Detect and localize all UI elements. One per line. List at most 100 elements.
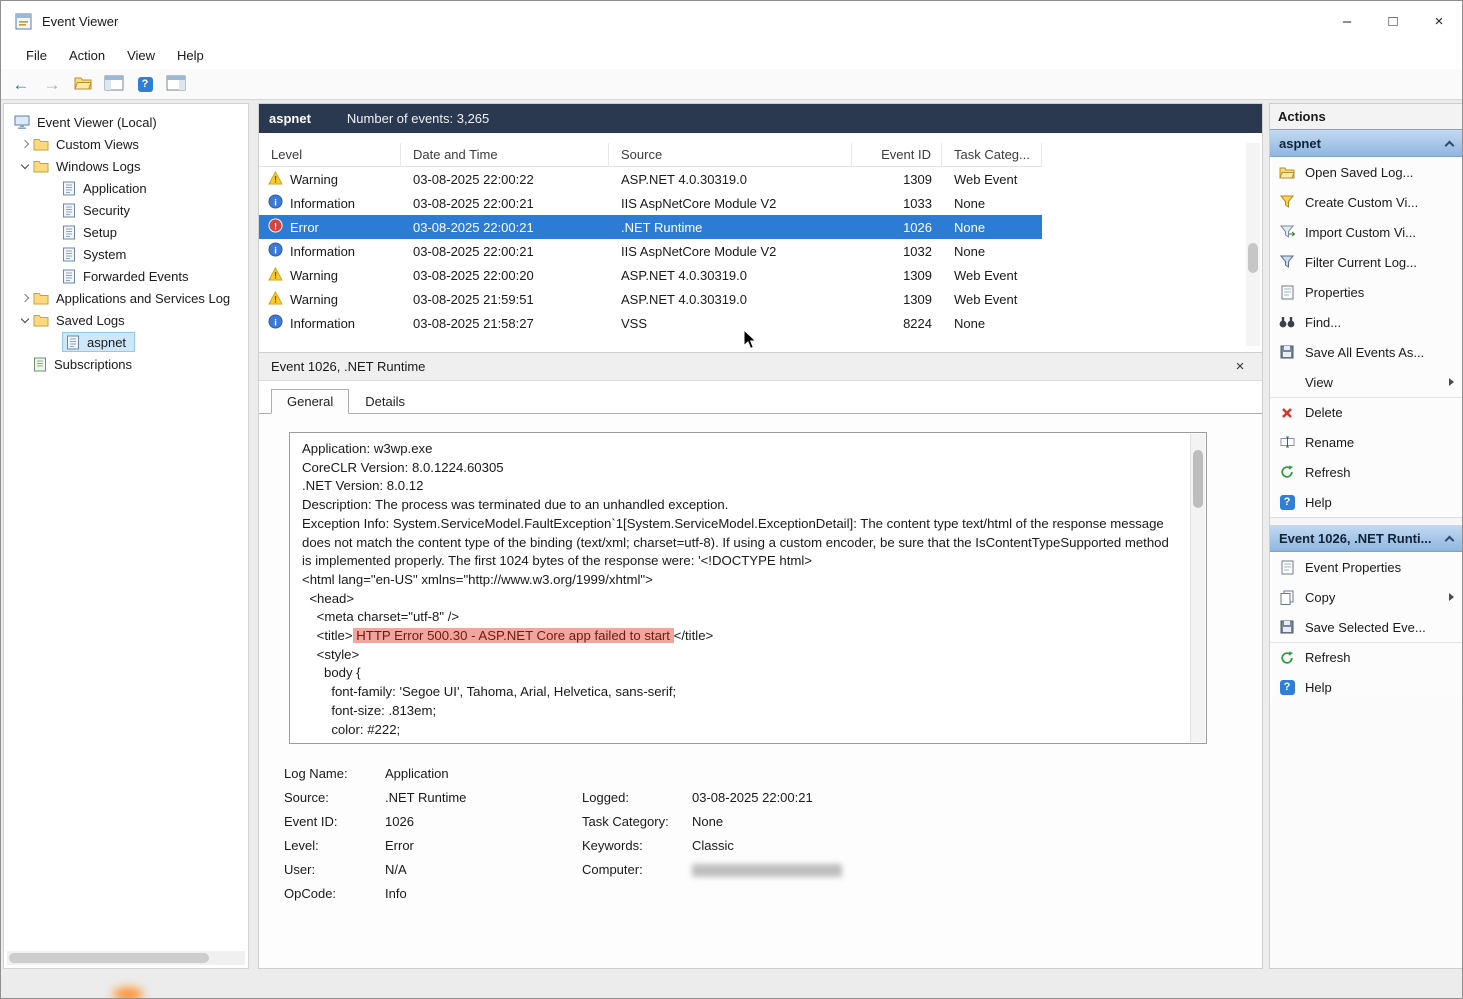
action-open-saved-log[interactable]: Open Saved Log... [1270,157,1462,187]
column-header-source[interactable]: Source [609,143,852,166]
tree-horizontal-scrollbar[interactable] [7,951,245,965]
action-properties[interactable]: Properties [1270,277,1462,307]
tree-item-security[interactable]: Security [4,199,248,221]
event-id-cell: 1309 [903,171,932,187]
event-row[interactable]: ! Warning 03-08-2025 22:00:20 ASP.NET 4.0… [259,263,1042,287]
tab-details[interactable]: Details [349,389,421,414]
column-header-event-id[interactable]: Event ID [852,143,942,166]
tree-item-aspnet[interactable]: aspnet [4,331,248,353]
column-header-date-time[interactable]: Date and Time [401,143,609,166]
tree-horizontal-scrollbar-thumb[interactable] [9,953,209,963]
event-row[interactable]: i Information 03-08-2025 22:00:21 IIS Asp… [259,191,1042,215]
action-refresh-event[interactable]: Refresh [1270,642,1462,672]
show-console-tree-button[interactable] [100,71,128,97]
event-id-cell: 1033 [903,195,932,211]
event-rows: ! Warning 03-08-2025 22:00:22 ASP.NET 4.0… [259,167,1262,335]
close-button[interactable]: × [1416,1,1462,41]
column-headers: Level Date and Time Source Event ID Task… [259,143,1042,167]
maximize-button[interactable]: □ [1370,1,1416,41]
tree-item-application[interactable]: Application [4,177,248,199]
menu-file[interactable]: File [15,44,58,67]
help-button[interactable]: ? [131,71,159,97]
tree-item-setup[interactable]: Setup [4,221,248,243]
computer-icon [14,115,30,130]
event-row[interactable]: i Information 03-08-2025 21:58:27 VSS 822… [259,311,1042,335]
menu-help[interactable]: Help [166,44,215,67]
minimize-button[interactable]: – [1324,1,1370,41]
action-import-custom-view[interactable]: Import Custom Vi... [1270,217,1462,247]
action-filter-current-log[interactable]: Filter Current Log... [1270,247,1462,277]
expand-chevron-icon[interactable] [16,293,33,303]
information-icon: i [268,314,283,332]
tree-item-saved-logs[interactable]: Saved Logs [4,309,248,331]
event-description-box[interactable]: Application: w3wp.exe CoreCLR Version: 8… [289,432,1207,744]
tree-label: Custom Views [56,136,139,152]
tree-item-forwarded-events[interactable]: Forwarded Events [4,265,248,287]
collapse-chevron-icon[interactable] [16,160,33,169]
tree-item-windows-logs[interactable]: Windows Logs [4,155,248,177]
field-value: Info [385,886,407,901]
find-binoculars-icon [1278,316,1296,328]
task-category-cell: None [954,219,986,235]
tree-item-custom-views[interactable]: Custom Views [4,133,248,155]
open-saved-log-button[interactable] [69,71,97,97]
menu-view[interactable]: View [116,44,166,67]
event-row[interactable]: i Information 03-08-2025 22:00:21 IIS Asp… [259,239,1042,263]
event-id-cell: 8224 [903,315,932,331]
event-row[interactable]: ! Warning 03-08-2025 22:00:22 ASP.NET 4.0… [259,167,1042,191]
information-icon: i [268,194,283,212]
tab-general[interactable]: General [271,389,350,414]
column-header-task-category[interactable]: Task Categ... [942,143,1042,166]
actions-section-aspnet-header[interactable]: aspnet [1270,130,1462,157]
action-save-selected-events[interactable]: Save Selected Eve... [1270,612,1462,642]
action-save-all-events-as[interactable]: Save All Events As... [1270,337,1462,367]
event-text-line-title: <title> HTTP Error 500.30 - ASP.NET Core… [302,627,1178,646]
event-row[interactable]: ! Warning 03-08-2025 21:59:51 ASP.NET 4.0… [259,287,1042,311]
menu-action[interactable]: Action [58,44,116,67]
tree-item-event-viewer-local[interactable]: Event Viewer (Local) [4,111,248,133]
action-event-properties[interactable]: Event Properties [1270,552,1462,582]
detail-tabs: General Details [259,389,1262,414]
actions-section-event-header[interactable]: Event 1026, .NET Runti... [1270,525,1462,552]
action-help[interactable]: ? Help [1270,487,1462,517]
action-copy[interactable]: Copy [1270,582,1462,612]
action-rename[interactable]: Rename [1270,427,1462,457]
action-help-event[interactable]: ? Help [1270,672,1462,702]
submenu-arrow-icon [1449,593,1454,601]
action-view[interactable]: View [1270,367,1462,397]
back-button[interactable]: ← [7,71,35,97]
tree-item-system[interactable]: System [4,243,248,265]
event-list-scrollbar[interactable] [1246,143,1260,346]
folder-icon [33,314,49,327]
action-create-custom-view[interactable]: Create Custom Vi... [1270,187,1462,217]
action-label: Import Custom Vi... [1305,224,1417,240]
folder-icon [33,160,49,173]
collapse-chevron-icon[interactable] [16,314,33,323]
action-label: Rename [1305,434,1355,450]
help-icon: ? [1278,679,1296,695]
column-header-level[interactable]: Level [259,143,401,166]
folder-icon [33,292,49,305]
show-action-pane-button[interactable] [162,71,190,97]
tree-item-applications-and-services-logs[interactable]: Applications and Services Log [4,287,248,309]
event-row-selected[interactable]: ! Error 03-08-2025 22:00:21 .NET Runtime … [259,215,1042,239]
field-value-computer-redacted [692,862,1064,877]
expand-chevron-icon[interactable] [16,139,33,149]
tree-label: Subscriptions [54,356,133,372]
action-delete[interactable]: Delete [1270,397,1462,427]
action-find[interactable]: Find... [1270,307,1462,337]
event-text-scrollbar-thumb[interactable] [1193,450,1203,508]
filter-funnel-icon [1278,255,1296,269]
close-detail-icon[interactable]: × [1230,358,1250,375]
field-label: OpCode: [284,886,337,901]
forward-button[interactable]: → [38,71,66,97]
tree-item-subscriptions[interactable]: Subscriptions [4,353,248,375]
action-refresh[interactable]: Refresh [1270,457,1462,487]
event-list-scrollbar-thumb[interactable] [1248,243,1258,273]
source-cell: IIS AspNetCore Module V2 [621,195,777,211]
svg-text:i: i [274,317,277,327]
event-text-scrollbar[interactable] [1190,434,1205,742]
event-text-line: <head> [302,590,355,606]
source-cell: ASP.NET 4.0.30319.0 [621,267,748,283]
task-category-cell: None [954,315,986,331]
